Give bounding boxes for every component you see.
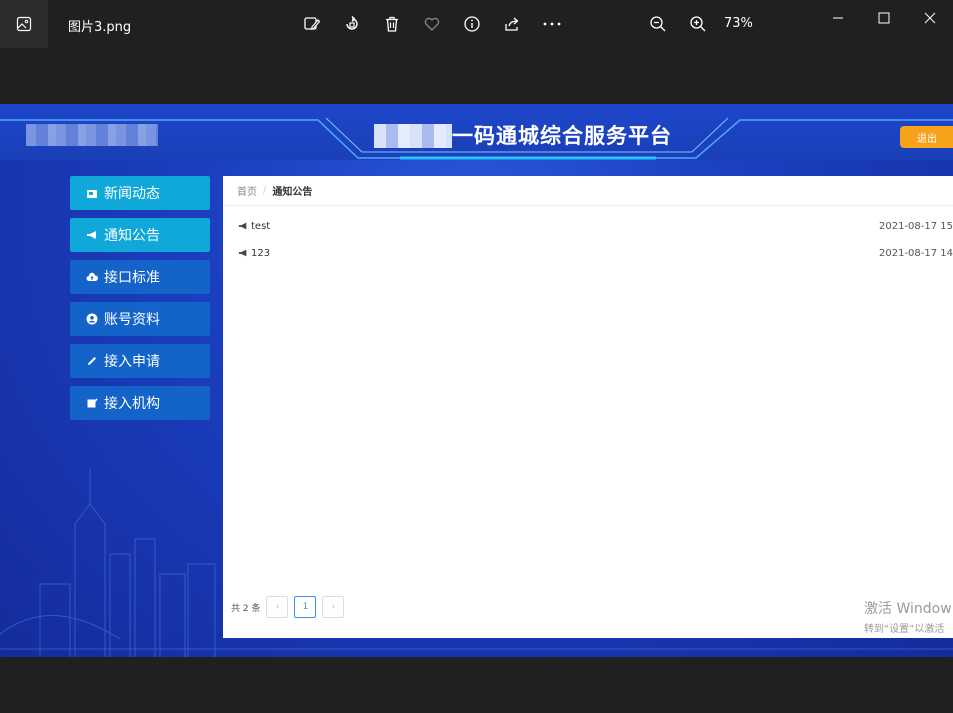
- displayed-image: 一码通城综合服务平台 退出 新闻动态 通知公告 接口标准 账号资料 接入申请 接…: [0, 104, 953, 657]
- menu-item-label: 通知公告: [104, 228, 160, 244]
- menu-item-label: 接入机构: [104, 396, 160, 412]
- more-icon[interactable]: [542, 14, 562, 34]
- zoom-in-icon[interactable]: [688, 14, 708, 34]
- watermark-title: 激活 Window: [864, 601, 952, 617]
- side-menu: 新闻动态 通知公告 接口标准 账号资料 接入申请 接入机构: [70, 176, 210, 428]
- blurred-logo: [26, 124, 158, 146]
- blurred-title-prefix: [374, 124, 452, 148]
- info-icon[interactable]: [462, 14, 482, 34]
- watermark-subtitle: 转到“设置”以激活: [864, 624, 945, 635]
- menu-item-label: 接入申请: [104, 354, 160, 370]
- menu-item-news[interactable]: 新闻动态: [70, 176, 210, 210]
- menu-item-label: 账号资料: [104, 312, 160, 328]
- file-name: 图片3.png: [68, 20, 132, 35]
- logout-button[interactable]: 退出: [900, 126, 953, 148]
- rotate-icon[interactable]: [342, 14, 362, 34]
- menu-item-label: 新闻动态: [104, 186, 160, 202]
- prev-page-button[interactable]: ‹: [266, 596, 289, 618]
- close-icon[interactable]: [920, 8, 940, 28]
- zoom-level[interactable]: 73%: [724, 16, 753, 31]
- activation-watermark: 激活 Window 转到“设置”以激活: [864, 598, 952, 635]
- zoom-out-icon[interactable]: [648, 14, 668, 34]
- megaphone-icon: [86, 229, 98, 241]
- menu-item-notices[interactable]: 通知公告: [70, 218, 210, 252]
- breadcrumb-separator: /: [263, 185, 267, 196]
- notice-title[interactable]: 123: [251, 248, 270, 259]
- maximize-icon[interactable]: [874, 8, 894, 28]
- notice-item[interactable]: test 2021-08-17 15:2: [238, 218, 953, 234]
- next-page-button[interactable]: ›: [322, 596, 345, 618]
- title-bar: 图片3.png 73%: [0, 0, 953, 48]
- breadcrumb-home[interactable]: 首页: [237, 183, 257, 198]
- menu-item-organizations[interactable]: 接入机构: [70, 386, 210, 420]
- checkbox-icon: [86, 397, 98, 409]
- pagination-total: 共 2 条: [231, 603, 261, 614]
- megaphone-icon: [238, 248, 248, 258]
- delete-icon[interactable]: [382, 14, 402, 34]
- menu-item-account[interactable]: 账号资料: [70, 302, 210, 336]
- pagination: 共 2 条 ‹ 1 ›: [231, 596, 345, 618]
- photos-app-icon[interactable]: [0, 0, 48, 48]
- news-icon: [86, 187, 98, 199]
- cloud-upload-icon: [86, 271, 98, 283]
- menu-item-label: 接口标准: [104, 270, 160, 286]
- menu-item-apply[interactable]: 接入申请: [70, 344, 210, 378]
- share-icon[interactable]: [502, 14, 522, 34]
- breadcrumb-current: 通知公告: [272, 187, 313, 198]
- notice-item[interactable]: 123 2021-08-17 14:3: [238, 245, 953, 261]
- page-number-button[interactable]: 1: [294, 596, 317, 618]
- user-circle-icon: [86, 313, 98, 325]
- content-panel: 首页 / 通知公告 test 2021-08-17 15:2 123 2021-…: [223, 176, 953, 638]
- minimize-icon[interactable]: [828, 8, 848, 28]
- notice-date: 2021-08-17 15:2: [879, 220, 953, 232]
- favorite-icon[interactable]: [422, 14, 442, 34]
- menu-item-api-standards[interactable]: 接口标准: [70, 260, 210, 294]
- notice-title[interactable]: test: [251, 221, 270, 232]
- pencil-icon: [86, 355, 98, 367]
- megaphone-icon: [238, 221, 248, 231]
- platform-title: 一码通城综合服务平台: [452, 124, 672, 148]
- breadcrumb: 首页 / 通知公告: [223, 176, 953, 206]
- edit-image-icon[interactable]: [302, 14, 322, 34]
- notice-date: 2021-08-17 14:3: [879, 247, 953, 259]
